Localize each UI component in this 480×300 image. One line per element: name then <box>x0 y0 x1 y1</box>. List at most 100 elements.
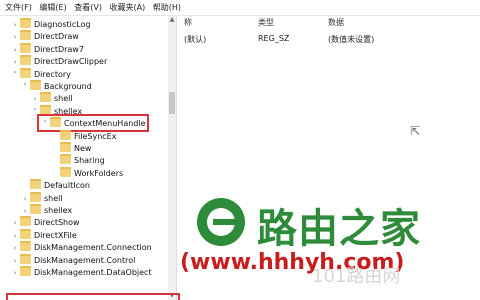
tree-node[interactable]: WorkFolders <box>50 166 123 179</box>
folder-icon <box>20 228 31 239</box>
tree-node[interactable]: Sharing <box>50 154 105 166</box>
folder-icon <box>60 154 71 165</box>
chevron-right-icon[interactable]: › <box>10 44 20 56</box>
tree-node-label: shell <box>44 193 63 203</box>
tree-node-label: DirectDraw <box>34 32 79 42</box>
tree-node-label: DiskManagement.Connection <box>34 243 152 253</box>
folder-icon <box>20 216 31 227</box>
menu-bar: 文件(F) 编辑(E) 查看(V) 收藏夹(A) 帮助(H) <box>0 0 480 16</box>
folder-icon <box>20 253 31 264</box>
tree-node[interactable]: FileSyncEx <box>50 129 117 142</box>
folder-icon <box>20 266 31 276</box>
tree-node-label: DirectXFile <box>34 230 77 240</box>
tree-node-label: New <box>74 144 92 153</box>
chevron-down-icon[interactable]: ˅ <box>30 106 40 118</box>
folder-icon <box>60 166 71 177</box>
chevron-right-icon[interactable]: › <box>10 242 20 254</box>
menu-view[interactable]: 查看(V) <box>74 0 102 15</box>
tree-node[interactable]: › DirectDraw7 <box>10 42 84 56</box>
tree-node[interactable]: › DirectDrawClipper <box>10 55 107 67</box>
watermark-faint: 101路由网 <box>312 266 401 287</box>
folder-icon <box>30 204 41 214</box>
tree-node[interactable]: ˅ Directory <box>10 67 71 81</box>
value-data: (数值未设置) <box>328 35 375 44</box>
tree-node-label: FileSyncEx <box>74 131 117 141</box>
chevron-right-icon[interactable]: › <box>10 56 20 68</box>
scroll-up-icon[interactable]: ▲ <box>169 17 175 23</box>
tree-node-label: DirectDrawClipper <box>34 57 108 67</box>
highlight-bottom-box <box>6 293 180 300</box>
tree-node[interactable]: › shellex <box>20 204 72 216</box>
tree-node-label: Background <box>44 82 92 91</box>
folder-icon <box>60 129 71 140</box>
tree-node-label: Directory <box>34 69 71 79</box>
chevron-right-icon[interactable]: › <box>10 31 20 43</box>
chevron-right-icon[interactable]: › <box>10 19 20 31</box>
chevron-right-icon[interactable]: › <box>10 217 20 229</box>
folder-icon <box>20 55 31 66</box>
tree-node[interactable]: ˅ shellex <box>30 104 83 118</box>
tree-node-label: ContextMenuHandle <box>64 119 146 129</box>
tree-node[interactable]: New <box>50 142 91 154</box>
tree-node-label: DirectShow <box>34 218 80 228</box>
scroll-thumb[interactable] <box>169 92 175 114</box>
tree-node-label: DirectDraw7 <box>34 44 84 54</box>
chevron-down-icon[interactable]: ˅ <box>40 118 50 130</box>
folder-icon <box>50 117 61 128</box>
chevron-right-icon[interactable]: › <box>30 93 40 105</box>
mouse-cursor-icon: ⇱ <box>410 124 421 138</box>
tree-node[interactable]: › DirectShow <box>10 216 80 228</box>
tree-node-label: DiskManagement.DataObject <box>34 268 152 277</box>
col-data[interactable]: 数据 <box>328 17 344 28</box>
tree-node-label: DefaultIcon <box>44 181 90 191</box>
values-header: 称 类型 数据 <box>178 16 480 28</box>
tree-node[interactable]: › shell <box>20 191 63 205</box>
tree-node[interactable]: › DiskManagement.Control <box>10 253 136 267</box>
folder-icon <box>40 104 51 115</box>
folder-icon <box>20 42 31 53</box>
tree-node-label: DiagnosticLog <box>34 20 91 29</box>
tree-scrollbar[interactable]: ▲ ▼ <box>168 16 176 300</box>
folder-icon <box>20 67 31 78</box>
values-row[interactable]: (默认) REG_SZ (数值未设置) <box>178 34 480 46</box>
menu-edit[interactable]: 编辑(E) <box>39 0 66 15</box>
folder-icon <box>20 241 31 252</box>
tree-node-label: Sharing <box>74 156 105 166</box>
tree-node-label: DiskManagement.Control <box>34 255 136 265</box>
brand-watermark: 路由之家 <box>197 192 479 252</box>
chevron-down-icon[interactable]: ˅ <box>10 69 20 81</box>
chevron-right-icon[interactable]: › <box>10 267 20 279</box>
tree-node[interactable]: DefaultIcon <box>20 179 90 191</box>
col-type[interactable]: 类型 <box>258 17 274 28</box>
tree-node[interactable]: › DiskManagement.DataObject <box>10 266 152 278</box>
value-name: (默认) <box>184 35 207 44</box>
folder-icon <box>30 80 41 90</box>
tree-node-label: shellex <box>54 106 83 116</box>
folder-icon <box>20 18 31 28</box>
tree-node[interactable]: › DirectXFile <box>10 228 77 242</box>
tree-node[interactable]: › DiskManagement.Connection <box>10 241 152 253</box>
menu-help[interactable]: 帮助(H) <box>153 0 181 15</box>
chevron-right-icon[interactable]: › <box>20 193 30 205</box>
brand-logo-bar <box>213 219 241 225</box>
brand-text: 路由之家 <box>257 206 421 252</box>
menu-favorites[interactable]: 收藏夹(A) <box>110 0 146 15</box>
tree-node[interactable]: ˅ ContextMenuHandle <box>37 114 149 133</box>
registry-tree[interactable]: › DiagnosticLog › DirectDraw › DirectDraw7 › Di… <box>0 16 177 300</box>
folder-icon <box>40 92 51 103</box>
chevron-right-icon[interactable]: › <box>10 255 20 267</box>
folder-icon <box>60 142 71 152</box>
chevron-right-icon[interactable]: › <box>20 205 30 217</box>
tree-node[interactable]: › DiagnosticLog <box>10 18 91 30</box>
tree-node[interactable]: ˅ Background <box>20 80 92 92</box>
tree-node[interactable]: › DirectDraw <box>10 30 79 42</box>
brand-logo-icon <box>197 198 245 246</box>
col-name[interactable]: 称 <box>184 17 192 28</box>
tree-node[interactable]: › shell <box>30 92 73 104</box>
value-type: REG_SZ <box>258 34 290 43</box>
chevron-down-icon[interactable]: ˅ <box>20 81 30 93</box>
chevron-right-icon[interactable]: › <box>10 230 20 242</box>
tree-node-label: shell <box>54 94 73 104</box>
folder-icon <box>30 179 41 190</box>
menu-file[interactable]: 文件(F) <box>5 0 32 15</box>
